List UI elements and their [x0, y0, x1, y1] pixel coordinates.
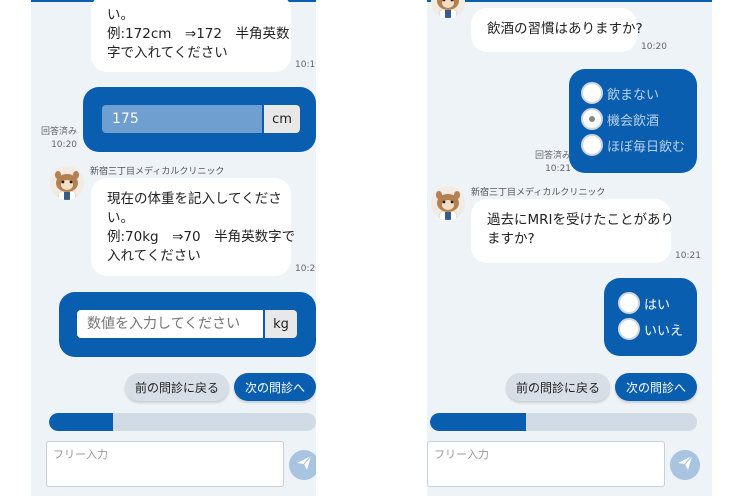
drink-options-box: 飲まない 機会飲酒 ほぼ毎日飲む — [569, 69, 697, 173]
height-input[interactable] — [102, 105, 262, 133]
answered-status: 回答済み 10:21 — [535, 150, 571, 176]
bubble-line: い。 — [107, 7, 134, 23]
sender-name: 新宿三丁目メディカルクリニック — [90, 167, 225, 177]
prev-question-button[interactable]: 前の問診に戻る — [125, 373, 229, 401]
weight-question-bubble: 現在の体重を記入してくださ い。 例:70kg ⇒70 半角英数字で 入れてくだ… — [91, 178, 296, 276]
bubble-line: 字で入れてください — [107, 45, 228, 61]
timestamp: 10:20 — [641, 42, 667, 52]
height-answer-box: cm — [83, 87, 316, 152]
chat-panel-left: い。 例:172cm ⇒172 半角英数 字で入れてください 10:19 cm … — [31, 0, 316, 496]
squirrel-doctor-avatar-icon — [431, 0, 465, 18]
timestamp: 10:20 — [51, 140, 78, 150]
radio-button[interactable] — [581, 134, 603, 156]
chat-panel-right: 飲酒の習慣はありますか? 10:20 飲まない 機会飲酒 ほぼ毎日飲む 回答済み… — [427, 0, 712, 496]
radio-button[interactable] — [581, 82, 603, 104]
progress-bar-fill — [430, 413, 527, 431]
radio-label: はい — [644, 297, 671, 313]
radio-button[interactable] — [618, 292, 640, 314]
squirrel-doctor-avatar-icon — [50, 166, 84, 200]
height-unit-label: cm — [264, 105, 300, 133]
radio-option[interactable]: はい — [618, 292, 670, 314]
weight-unit-label: kg — [265, 310, 297, 338]
bubble-line: 例:172cm ⇒172 半角英数 — [107, 26, 290, 42]
radio-label: 機会飲酒 — [607, 113, 660, 129]
radio-label: 飲まない — [607, 87, 660, 103]
squirrel-doctor-avatar-icon — [431, 186, 465, 220]
free-input-field[interactable]: フリー入力 — [427, 441, 665, 487]
height-question-bubble: い。 例:172cm ⇒172 半角英数 字で入れてください — [91, 0, 291, 72]
prev-question-button[interactable]: 前の問診に戻る — [506, 373, 610, 401]
weight-input[interactable] — [77, 310, 263, 338]
next-question-button[interactable]: 次の問診へ — [615, 373, 697, 401]
progress-bar — [49, 413, 316, 431]
drink-question-bubble: 飲酒の習慣はありますか? — [471, 8, 643, 52]
bubble-line: 飲酒の習慣はありますか? — [487, 21, 643, 37]
bubble-line: 例:70kg ⇒70 半角英数字で — [107, 229, 296, 245]
timestamp: 10:21 — [675, 251, 701, 261]
send-button[interactable] — [670, 450, 700, 480]
bubble-line: ますか? — [487, 231, 535, 247]
sender-name: 新宿三丁目メディカルクリニック — [471, 188, 606, 198]
paper-plane-send-icon — [296, 455, 312, 475]
radio-option[interactable]: 機会飲酒 — [581, 108, 659, 130]
answered-label: 回答済み — [41, 127, 78, 137]
paper-plane-send-icon — [677, 455, 693, 475]
radio-button[interactable] — [581, 108, 603, 130]
answered-status: 回答済み 10:20 — [41, 126, 77, 152]
timestamp: 10:19 — [295, 60, 316, 70]
bubble-line: 過去にMRIを受けたことがあり — [487, 212, 675, 228]
next-question-button[interactable]: 次の問診へ — [234, 373, 316, 401]
mri-options-box: はい いいえ — [604, 278, 697, 356]
radio-option[interactable]: ほぼ毎日飲む — [581, 134, 685, 156]
radio-label: いいえ — [644, 323, 684, 339]
timestamp: 10:21 — [545, 164, 572, 174]
free-input-field[interactable]: フリー入力 — [46, 441, 284, 487]
answered-label: 回答済み — [535, 151, 572, 161]
bubble-line: 入れてください — [107, 248, 201, 264]
radio-option[interactable]: 飲まない — [581, 82, 659, 104]
bubble-line: 現在の体重を記入してくださ — [107, 191, 282, 207]
radio-button[interactable] — [618, 318, 640, 340]
bubble-line: い。 — [107, 210, 134, 226]
mri-question-bubble: 過去にMRIを受けたことがあり ますか? — [471, 199, 675, 263]
weight-answer-box: kg — [59, 292, 316, 357]
radio-option[interactable]: いいえ — [618, 318, 683, 340]
send-button[interactable] — [289, 450, 316, 480]
timestamp: 10:20 — [295, 264, 316, 274]
radio-label: ほぼ毎日飲む — [607, 139, 686, 155]
progress-bar — [430, 413, 697, 431]
progress-bar-fill — [49, 413, 114, 431]
